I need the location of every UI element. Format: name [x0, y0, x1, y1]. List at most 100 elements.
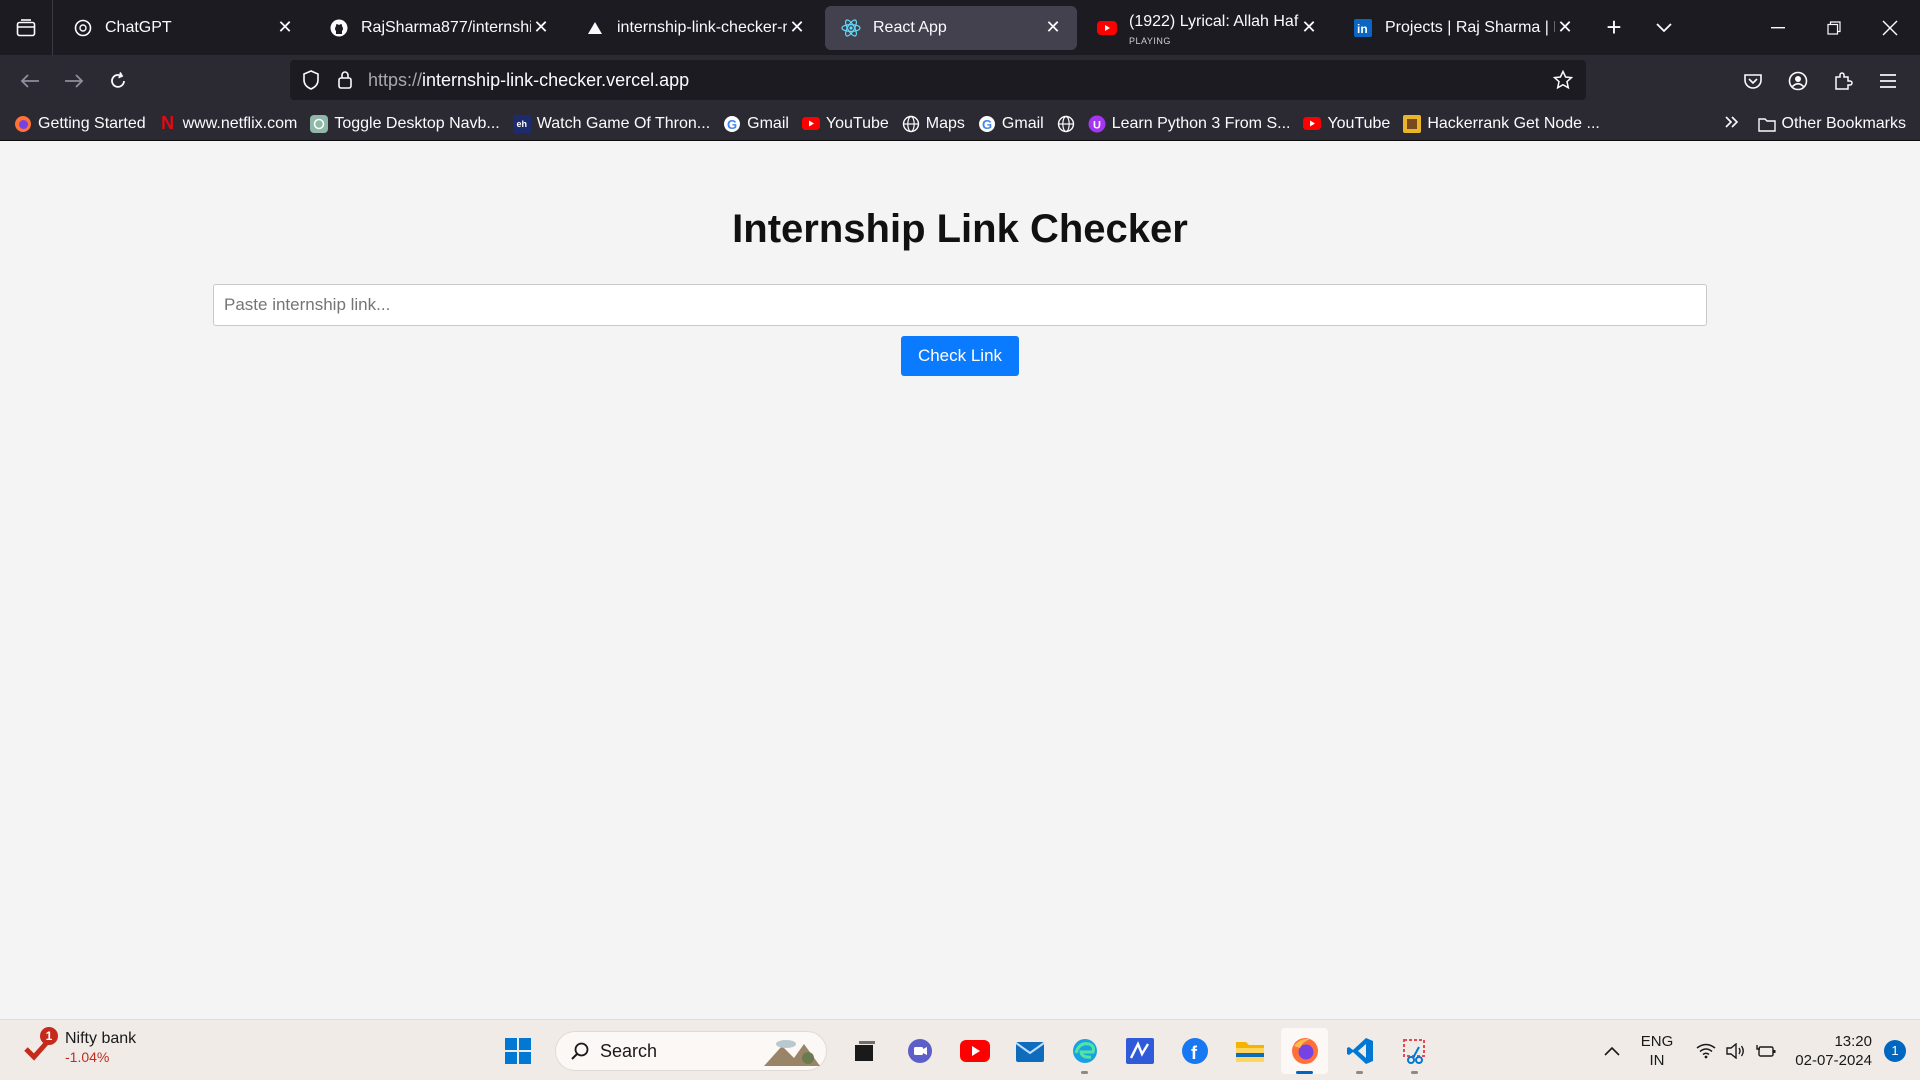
network-button[interactable] [1691, 1043, 1721, 1059]
internship-link-input[interactable] [213, 284, 1707, 326]
task-view-button[interactable] [841, 1028, 888, 1074]
bookmark-getting-started[interactable]: Getting Started [14, 107, 146, 141]
restore-button[interactable] [1806, 0, 1862, 55]
netflix-icon: N [161, 113, 175, 133]
check-link-button[interactable]: Check Link [901, 336, 1019, 376]
chatgpt-icon [310, 114, 329, 133]
app-menu-button[interactable] [1865, 59, 1910, 103]
pocket-icon [1743, 74, 1762, 89]
address-bar[interactable]: https://internship-link-checker.vercel.a… [290, 60, 1586, 100]
url-text[interactable]: https://internship-link-checker.vercel.a… [362, 70, 1546, 91]
tab-title: React App [873, 18, 947, 36]
globe-icon [1057, 115, 1075, 133]
show-hidden-icons-button[interactable] [1597, 1046, 1627, 1056]
teams-chat-button[interactable] [896, 1028, 943, 1074]
reload-button[interactable] [96, 59, 140, 103]
bookmark-learn-python[interactable]: U Learn Python 3 From S... [1088, 107, 1291, 141]
tab-linkedin[interactable]: in Projects | Raj Sharma | Linke ✕ [1337, 6, 1589, 50]
bookmark-gmail-2[interactable]: G Gmail [978, 107, 1044, 141]
file-explorer-button[interactable] [1226, 1028, 1273, 1074]
volume-button[interactable] [1721, 1042, 1751, 1059]
forward-button[interactable] [52, 59, 96, 103]
battery-button[interactable] [1751, 1044, 1781, 1058]
bookmark-hackerrank[interactable]: Hackerrank Get Node ... [1403, 107, 1600, 141]
extensions-button[interactable] [1820, 59, 1865, 103]
close-tab-icon[interactable]: ✕ [275, 17, 295, 38]
bookmark-label: Learn Python 3 From S... [1111, 114, 1291, 132]
tab-react-app[interactable]: React App ✕ [825, 5, 1077, 50]
bookmark-youtube-2[interactable]: YouTube [1303, 107, 1390, 141]
bookmark-youtube[interactable]: YouTube [801, 107, 889, 141]
speaker-icon [1726, 1042, 1745, 1059]
vscode-icon [1346, 1038, 1373, 1064]
stock-badge: 1 [40, 1027, 58, 1045]
close-window-button[interactable] [1862, 0, 1918, 55]
tab-youtube-playing[interactable]: (1922) Lyrical: Allah Hafiz | F PLAYING … [1081, 6, 1333, 50]
site-security-icon[interactable] [328, 60, 362, 100]
stock-widget[interactable]: 1 Nifty bank -1.04% [24, 1027, 136, 1067]
start-button[interactable] [494, 1028, 541, 1074]
bookmark-globe[interactable] [1057, 107, 1075, 141]
close-tab-icon[interactable]: ✕ [531, 17, 551, 38]
minimize-button[interactable] [1750, 0, 1806, 55]
plus-icon: + [1606, 12, 1622, 42]
edge-browser-button[interactable] [1061, 1028, 1108, 1074]
wifi-icon [1696, 1043, 1716, 1058]
chevron-up-icon [1604, 1046, 1620, 1056]
close-tab-icon[interactable]: ✕ [1299, 17, 1319, 38]
tab-title: RajSharma877/internship-li [361, 18, 531, 36]
bookmark-star-button[interactable] [1546, 60, 1580, 100]
bookmark-gmail[interactable]: G Gmail [723, 107, 789, 141]
bookmark-toggle-desktop-navbar[interactable]: Toggle Desktop Navb... [310, 107, 500, 141]
tracking-protection-icon[interactable] [294, 60, 328, 100]
svg-text:in: in [1357, 22, 1368, 36]
tab-playing-label: PLAYING [1129, 35, 1171, 46]
list-tabs-dropdown[interactable] [1639, 0, 1689, 55]
other-bookmarks-folder[interactable]: Other Bookmarks [1757, 107, 1906, 141]
star-icon [1553, 70, 1573, 90]
hamburger-menu-icon [1879, 74, 1896, 88]
input-language-button[interactable]: ENG IN [1641, 1032, 1674, 1070]
react-icon [841, 18, 861, 38]
account-button[interactable] [1775, 59, 1820, 103]
bookmark-label: www.netflix.com [182, 114, 298, 132]
firefox-app-button[interactable] [1281, 1028, 1328, 1074]
page-title: Internship Link Checker [732, 207, 1188, 251]
notification-count-badge[interactable]: 1 [1884, 1039, 1906, 1062]
snipping-tool-button[interactable] [1391, 1028, 1438, 1074]
new-tab-button[interactable]: + [1589, 0, 1639, 55]
time-text: 13:20 [1834, 1032, 1872, 1050]
vscode-button[interactable] [1336, 1028, 1383, 1074]
tab-github[interactable]: RajSharma877/internship-li ✕ [313, 6, 565, 50]
pocket-button[interactable] [1730, 59, 1775, 103]
chatgpt-icon [73, 18, 93, 38]
bookmark-netflix[interactable]: N www.netflix.com [159, 107, 298, 141]
mail-app-button[interactable] [1006, 1028, 1053, 1074]
bookmark-maps[interactable]: Maps [902, 107, 965, 141]
more-bookmarks-chevron-icon[interactable] [1724, 115, 1740, 134]
restore-icon [1827, 20, 1841, 35]
linkedin-icon: in [1353, 18, 1373, 38]
youtube-app-button[interactable] [951, 1028, 998, 1074]
bookmarks-toolbar: Getting Started N www.netflix.com Toggle… [0, 107, 1920, 141]
tab-chatgpt[interactable]: ChatGPT ✕ [57, 6, 309, 50]
close-tab-icon[interactable]: ✕ [1555, 17, 1575, 38]
clock-button[interactable]: 13:20 02-07-2024 [1795, 1032, 1872, 1070]
back-button[interactable] [8, 59, 52, 103]
vscode-insiders-button[interactable] [1116, 1028, 1163, 1074]
facebook-app-button[interactable]: f [1171, 1028, 1218, 1074]
stock-change: -1.04% [65, 1049, 110, 1065]
minimize-icon [1771, 26, 1785, 28]
tab-vercel[interactable]: internship-link-checker-md ✕ [569, 6, 821, 50]
search-highlight-illustration-icon [764, 1040, 820, 1066]
firefox-icon [1291, 1038, 1318, 1064]
google-icon: G [723, 115, 741, 133]
chat-icon [907, 1039, 932, 1063]
close-tab-icon[interactable]: ✕ [1043, 17, 1063, 38]
svg-text:G: G [982, 117, 992, 132]
tab-title: (1922) Lyrical: Allah Hafiz | F [1129, 12, 1299, 30]
close-tab-icon[interactable]: ✕ [787, 17, 807, 38]
taskbar-search[interactable]: Search [555, 1031, 827, 1071]
list-all-tabs-button[interactable] [0, 0, 53, 55]
bookmark-game-of-thrones[interactable]: eh Watch Game Of Thron... [512, 107, 710, 141]
